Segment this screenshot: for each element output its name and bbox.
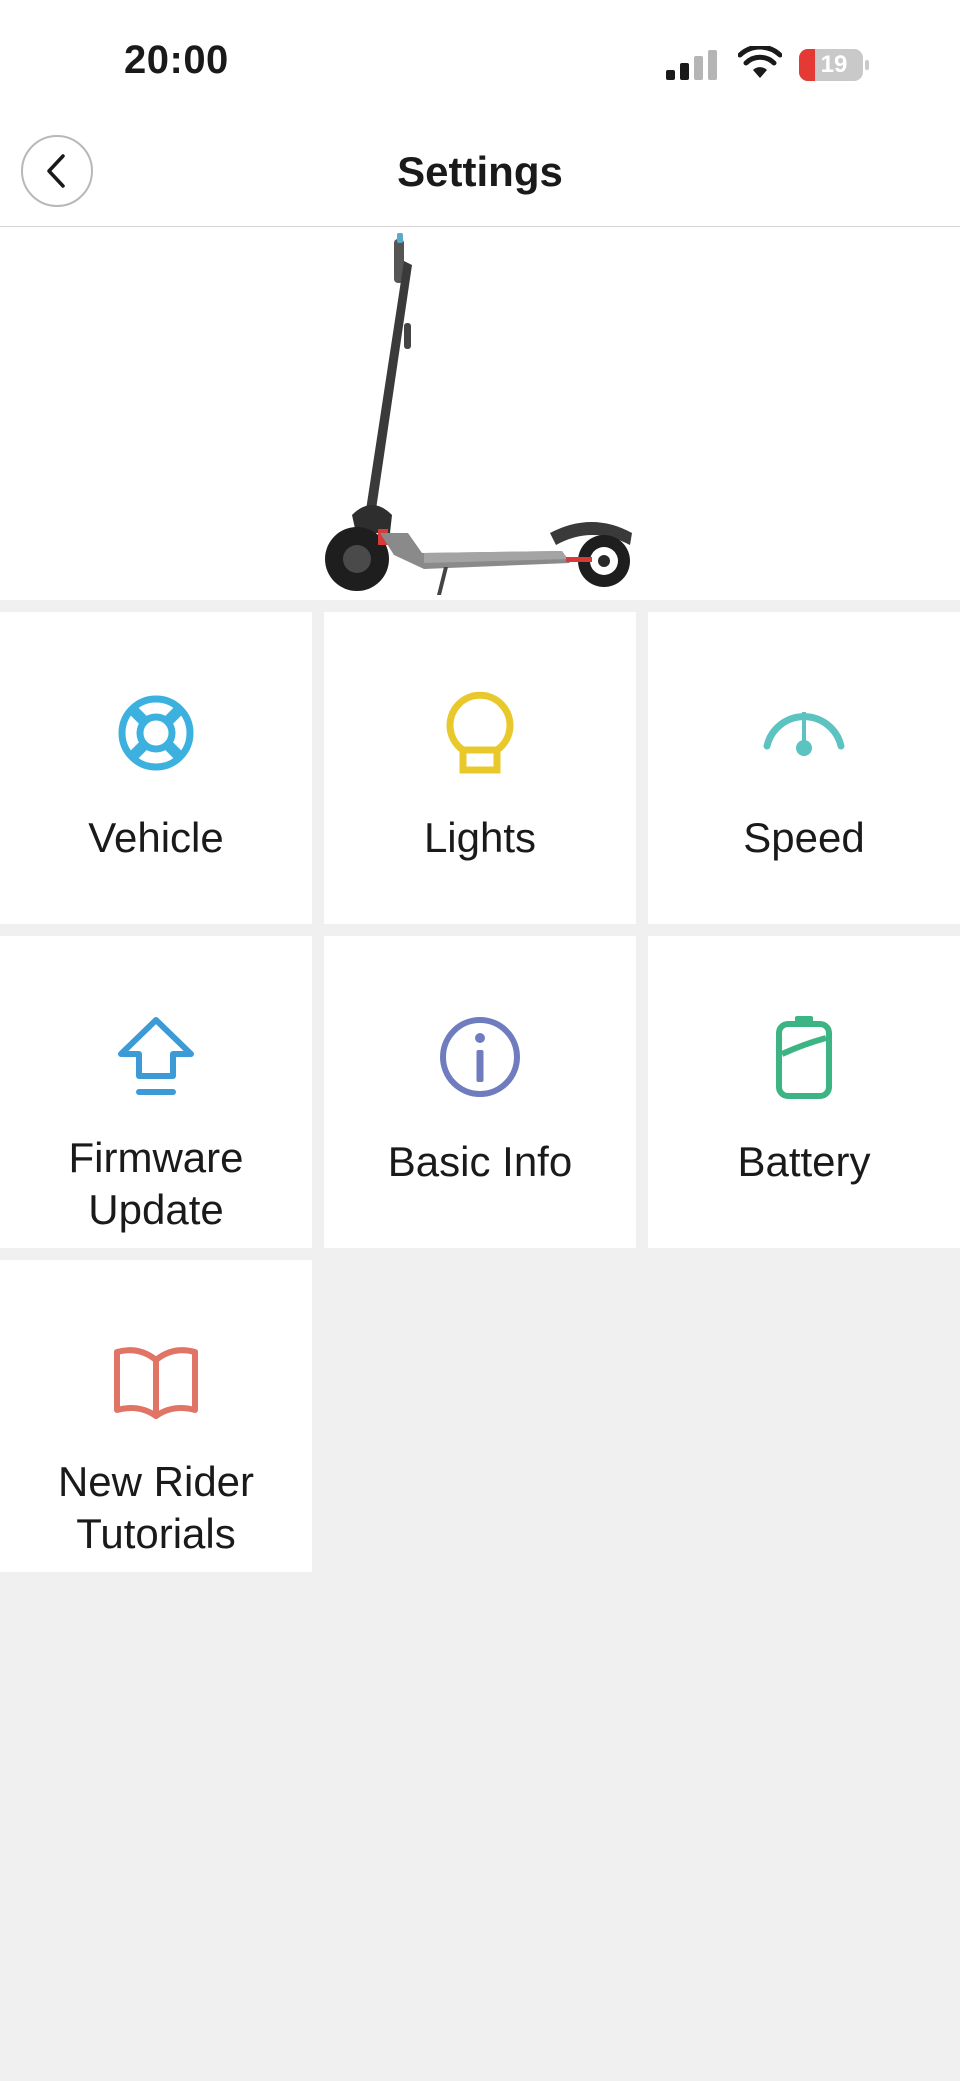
tile-lights[interactable]: Lights <box>324 612 636 924</box>
upload-arrow-icon <box>118 1017 194 1095</box>
tile-label: Battery <box>737 1138 871 1185</box>
lifebuoy-icon <box>118 695 194 771</box>
tile-vehicle[interactable]: Vehicle <box>0 612 312 924</box>
info-icon <box>440 1017 520 1097</box>
status-bar: 20:00 19 <box>0 0 960 130</box>
battery-level: 19 <box>820 51 848 78</box>
speedometer-icon <box>763 712 845 756</box>
tile-label: Speed <box>743 814 865 861</box>
tile-label: Lights <box>423 814 537 861</box>
hero-panel <box>0 227 960 600</box>
tile-speed[interactable]: Speed <box>648 612 960 924</box>
battery-icon <box>776 1016 832 1099</box>
tile-new-rider-tutorials[interactable]: New Rider Tutorials <box>0 1260 312 1572</box>
scooter-image <box>325 233 632 595</box>
signal-icon <box>666 50 717 80</box>
status-time: 20:00 <box>124 38 229 82</box>
lightbulb-icon <box>446 691 514 774</box>
status-icons: 19 <box>666 44 876 84</box>
tile-basic-info[interactable]: Basic Info <box>324 936 636 1248</box>
tile-label: Basic Info <box>387 1138 573 1185</box>
wifi-icon <box>738 46 782 78</box>
page-title: Settings <box>397 148 563 195</box>
tile-label: New Rider Tutorials <box>57 1458 255 1557</box>
tile-label: Vehicle <box>88 814 224 861</box>
header: Settings <box>0 130 960 227</box>
book-icon <box>114 1347 198 1419</box>
tile-label: Firmware Update <box>68 1134 244 1233</box>
tile-battery[interactable]: Battery <box>648 936 960 1248</box>
tile-firmware-update[interactable]: Firmware Update <box>0 936 312 1248</box>
battery-icon: 19 <box>798 48 870 82</box>
